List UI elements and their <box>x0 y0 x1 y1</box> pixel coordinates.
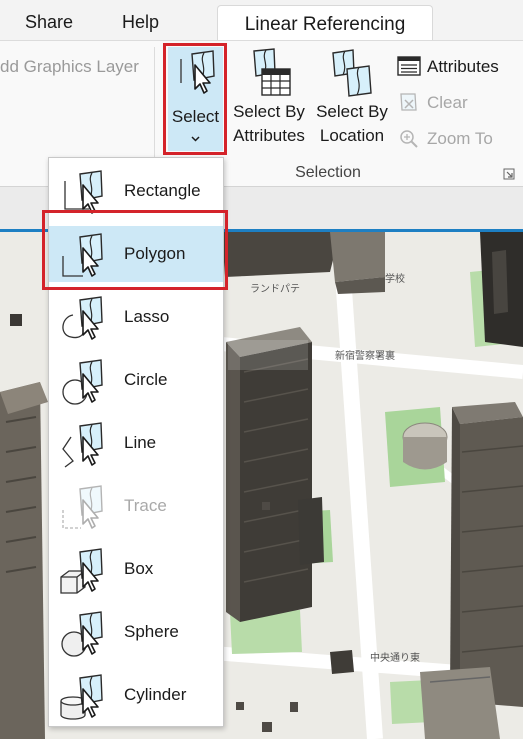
menu-item-circle[interactable]: Circle <box>49 352 223 408</box>
menu-item-label: Line <box>124 433 157 452</box>
map-label-4: 中央通り東 <box>370 653 420 664</box>
menu-item-label: Lasso <box>124 307 170 326</box>
zoom-to-label: Zoom To <box>427 129 493 148</box>
trace-select-icon <box>62 485 103 529</box>
menu-help[interactable]: Help <box>122 12 159 33</box>
sphere-select-icon <box>61 611 103 657</box>
select-by-location-icon <box>332 49 372 97</box>
menu-item-lasso[interactable]: Lasso <box>49 289 223 345</box>
zoom-to-icon <box>400 130 418 148</box>
line-select-icon <box>62 422 103 468</box>
cylinder-select-icon <box>60 674 103 720</box>
zoom-to-button[interactable]: Zoom To <box>397 127 509 149</box>
select-by-attributes-button[interactable]: Select By Attributes <box>228 47 310 147</box>
map-label-1: ランドパテ <box>250 284 300 295</box>
menu-item-label: Rectangle <box>124 181 201 200</box>
polygon-highlight-box <box>42 210 228 290</box>
circle-select-icon <box>62 359 103 405</box>
attributes-table-icon <box>397 56 421 76</box>
menu-item-label: Sphere <box>124 622 179 641</box>
attributes-button[interactable]: Attributes <box>397 55 509 77</box>
lasso-select-icon <box>62 296 103 340</box>
box-select-icon <box>60 548 103 594</box>
tab-linear-referencing[interactable]: Linear Referencing <box>217 5 433 41</box>
clear-selection-icon <box>400 93 417 111</box>
select-highlight-box <box>163 43 227 155</box>
map-label-2: 新宿警察署裏 <box>335 351 395 362</box>
menu-item-label: Box <box>124 559 154 578</box>
menu-item-label: Circle <box>124 370 168 389</box>
menu-share[interactable]: Share <box>25 12 73 33</box>
map-label-3: 学校 <box>385 274 405 285</box>
add-graphics-layer-button[interactable]: dd Graphics Layer <box>0 57 139 77</box>
dialog-launcher-icon[interactable] <box>503 168 515 180</box>
select-by-location-button[interactable]: Select By Location <box>314 47 390 147</box>
clear-label: Clear <box>427 93 468 112</box>
menu-item-sphere[interactable]: Sphere <box>49 604 223 660</box>
menu-item-line[interactable]: Line <box>49 415 223 471</box>
select-by-location-line2: Location <box>319 126 385 145</box>
select-by-location-line1: Select By <box>316 102 388 121</box>
menu-item-box[interactable]: Box <box>49 541 223 597</box>
menu-item-label: Trace <box>124 496 167 515</box>
menu-item-trace[interactable]: Trace <box>49 478 223 534</box>
select-by-attributes-line1: Select By <box>233 102 305 121</box>
menu-item-label: Cylinder <box>124 685 187 704</box>
clear-button[interactable]: Clear <box>397 91 477 113</box>
menu-item-cylinder[interactable]: Cylinder <box>49 667 223 723</box>
select-by-attributes-line2: Attributes <box>233 126 305 145</box>
selection-group-label: Selection <box>295 164 361 181</box>
select-by-attributes-icon <box>253 48 291 96</box>
attributes-label: Attributes <box>427 57 499 76</box>
